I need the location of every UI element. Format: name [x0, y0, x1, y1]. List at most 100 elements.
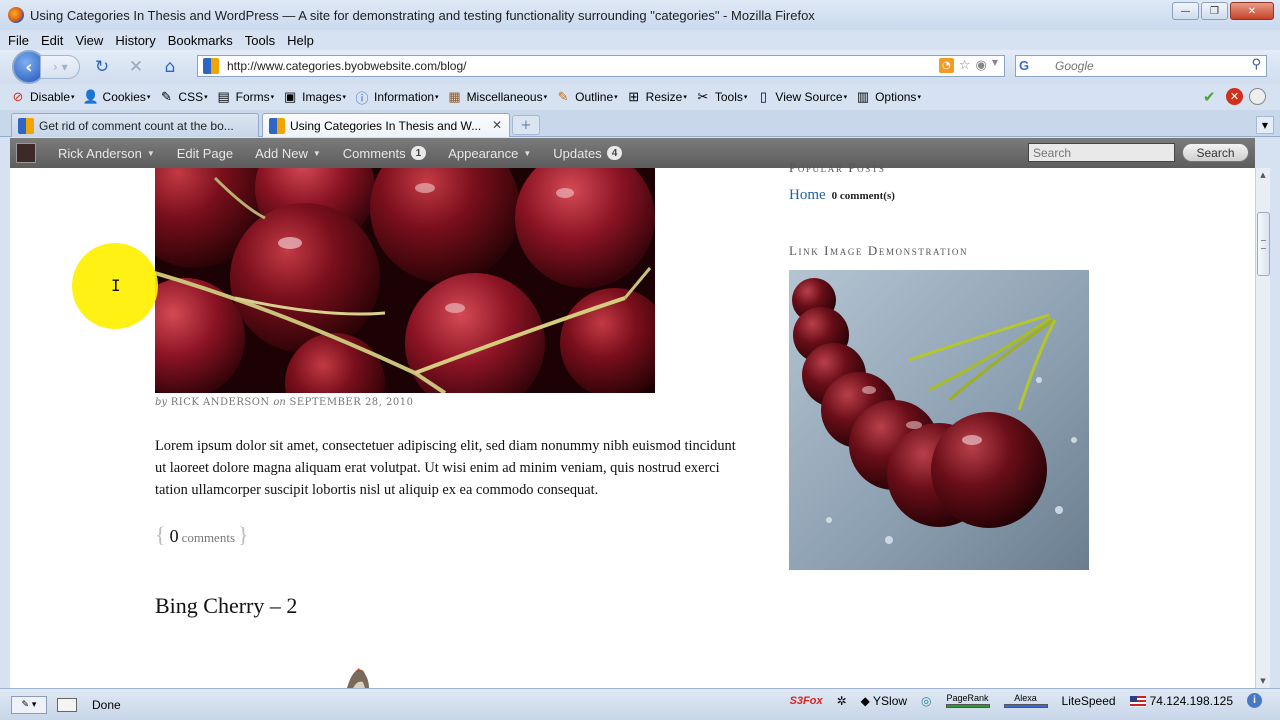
dev-view-source-menu[interactable]: ▯ View Source ▾	[755, 89, 847, 105]
firebug-icon[interactable]: ✲	[837, 694, 847, 708]
menu-help[interactable]: Help	[287, 33, 314, 48]
menu-bar: File Edit View History Bookmarks Tools H…	[0, 30, 1280, 50]
menu-file[interactable]: File	[8, 33, 29, 48]
new-tab-button[interactable]: +	[512, 115, 540, 135]
reload-icon[interactable]: ↻	[90, 55, 114, 79]
close-tab-icon[interactable]: ✕	[492, 118, 502, 132]
menu-bookmarks[interactable]: Bookmarks	[168, 33, 233, 48]
search-icon[interactable]: ⚲	[1251, 57, 1261, 72]
dev-css-menu[interactable]: ✎ CSS ▾	[158, 89, 208, 105]
window-controls: — ❐ ✕	[1172, 2, 1274, 20]
dev-outline-menu[interactable]: ✎ Outline ▾	[555, 89, 618, 105]
post-date: SEPTEMBER 28, 2010	[289, 397, 414, 408]
minimize-button[interactable]: —	[1172, 2, 1199, 20]
disable-icon: ⊘	[12, 89, 24, 104]
comment-count-label: comments	[181, 530, 235, 545]
us-flag-icon	[1129, 695, 1146, 707]
popular-post-item: Home 0 comment(s)	[789, 187, 895, 204]
admin-updates[interactable]: Updates 4	[553, 146, 623, 161]
tab-list-button[interactable]: ▼	[1256, 116, 1274, 134]
scroll-down-arrow-icon[interactable]: ▼	[1256, 674, 1270, 688]
pagerank-ring-icon[interactable]: ◎	[921, 694, 931, 708]
miscellaneous-icon: ▦	[448, 89, 461, 104]
next-post-title[interactable]: Bing Cherry – 2	[155, 593, 297, 619]
status-bar: ✎ ▾ Done S3Fox ✲ ◆ YSlow ◎ PageRank Alex…	[0, 688, 1280, 720]
admin-edit-page[interactable]: Edit Page	[177, 146, 233, 161]
dev-forms-menu[interactable]: ▤ Forms ▾	[216, 89, 274, 105]
popular-post-link[interactable]: Home	[789, 187, 826, 203]
admin-add-new-menu[interactable]: Add New ▼	[255, 146, 321, 161]
dev-information-menu[interactable]: ⓘ Information ▾	[354, 89, 439, 106]
user-avatar[interactable]	[16, 143, 36, 163]
info-circle-icon[interactable]: i	[1247, 693, 1262, 708]
bookmark-star-icon[interactable]: ☆	[959, 58, 971, 73]
text-cursor-icon: I	[111, 276, 121, 295]
link-image-cherries[interactable]	[789, 270, 1089, 570]
home-icon[interactable]: ⌂	[158, 55, 182, 79]
dev-options-menu[interactable]: ▥ Options ▾	[855, 89, 921, 105]
alexa-bar	[1003, 703, 1048, 708]
admin-search-input[interactable]	[1028, 143, 1175, 162]
css-pencil-icon: ✎	[160, 89, 172, 104]
css-valid-check-icon[interactable]: ✔	[1203, 88, 1220, 106]
pagerank-widget[interactable]: PageRank	[945, 693, 990, 708]
cookies-icon: 👤	[82, 89, 99, 104]
maximize-button[interactable]: ❐	[1201, 2, 1228, 20]
navigation-bar: ‹ › ▾ ↻ ✕ ⌂ http://www.categories.byobwe…	[0, 50, 1280, 84]
firefox-icon[interactable]	[8, 7, 24, 23]
tab-comment-count[interactable]: Get rid of comment count at the bo...	[11, 113, 259, 137]
google-engine-icon[interactable]: G	[1019, 58, 1037, 74]
dev-miscellaneous-menu[interactable]: ▦ Miscellaneous ▾	[447, 89, 547, 105]
admin-appearance-menu[interactable]: Appearance ▼	[448, 146, 531, 161]
litespeed-label: LiteSpeed	[1061, 693, 1116, 708]
rss-feed-icon[interactable]: ◔	[938, 58, 954, 73]
search-input[interactable]	[1055, 59, 1245, 73]
menu-view[interactable]: View	[75, 33, 103, 48]
stop-icon[interactable]: ✕	[124, 55, 148, 79]
dev-resize-menu[interactable]: ⊞ Resize ▾	[626, 89, 687, 105]
menu-history[interactable]: History	[115, 33, 155, 48]
yslow-icon: ◆	[860, 693, 870, 708]
dev-tools-menu[interactable]: ✂ Tools ▾	[695, 89, 747, 105]
status-window-icon[interactable]	[57, 697, 77, 712]
post-body-text: Lorem ipsum dolor sit amet, consectetuer…	[155, 438, 736, 498]
dev-cookies-menu[interactable]: 👤 Cookies ▾	[82, 89, 150, 105]
information-icon: ⓘ	[355, 90, 369, 106]
js-error-icon[interactable]: ✕	[1226, 88, 1243, 105]
web-developer-toolbar: ⊘ Disable ▾ 👤 Cookies ▾ ✎ CSS ▾ ▤ Forms ▾ ▣ Image…	[0, 85, 1280, 109]
search-bar[interactable]: G ⚲	[1015, 55, 1267, 77]
alexa-widget[interactable]: Alexa	[1003, 693, 1048, 708]
view-source-icon: ▯	[759, 89, 767, 104]
dev-images-menu[interactable]: ▣ Images ▾	[282, 89, 346, 105]
tools-icon: ✂	[697, 89, 709, 104]
link-image-heading: Link Image Demonstration	[789, 243, 969, 258]
comments-count-badge: 1	[410, 146, 427, 160]
forward-button[interactable]: › ▾	[40, 55, 80, 79]
tab-using-categories[interactable]: Using Categories In Thesis and W... ✕	[262, 113, 510, 137]
title-bar: Using Categories In Thesis and WordPress…	[0, 0, 1280, 30]
admin-user-menu[interactable]: Rick Anderson ▼	[58, 146, 155, 161]
server-ip[interactable]: 74.124.198.125	[1129, 694, 1233, 708]
url-bar[interactable]: http://www.categories.byobwebsite.com/bl…	[197, 55, 1005, 77]
identity-icon[interactable]: ◉	[976, 58, 987, 73]
dev-disable-menu[interactable]: ⊘ Disable ▾	[10, 89, 75, 105]
yslow-button[interactable]: ◆ YSlow	[861, 694, 907, 708]
comment-count-link[interactable]: { 0 comments }	[155, 522, 249, 548]
window-title: Using Categories In Thesis and WordPress…	[30, 7, 815, 23]
tab-favicon-icon	[18, 117, 34, 134]
s3fox-button[interactable]: S3Fox	[790, 695, 823, 707]
post-author[interactable]: RICK ANDERSON	[171, 397, 270, 408]
images-icon: ▣	[283, 89, 297, 104]
menu-tools[interactable]: Tools	[245, 33, 275, 48]
vertical-scrollbar[interactable]: ▲ ▼	[1255, 168, 1270, 688]
close-window-button[interactable]: ✕	[1230, 2, 1274, 20]
status-tools-button[interactable]: ✎ ▾	[11, 695, 47, 714]
menu-edit[interactable]: Edit	[41, 33, 63, 48]
admin-comments[interactable]: Comments 1	[343, 146, 427, 161]
url-dropdown-icon[interactable]: ▼	[992, 58, 998, 73]
scrollbar-thumb[interactable]	[1257, 212, 1270, 276]
admin-search-button[interactable]: Search	[1182, 143, 1249, 162]
render-mode-icon[interactable]	[1249, 88, 1266, 105]
scroll-up-arrow-icon[interactable]: ▲	[1256, 168, 1270, 182]
url-text[interactable]: http://www.categories.byobwebsite.com/bl…	[227, 59, 466, 73]
